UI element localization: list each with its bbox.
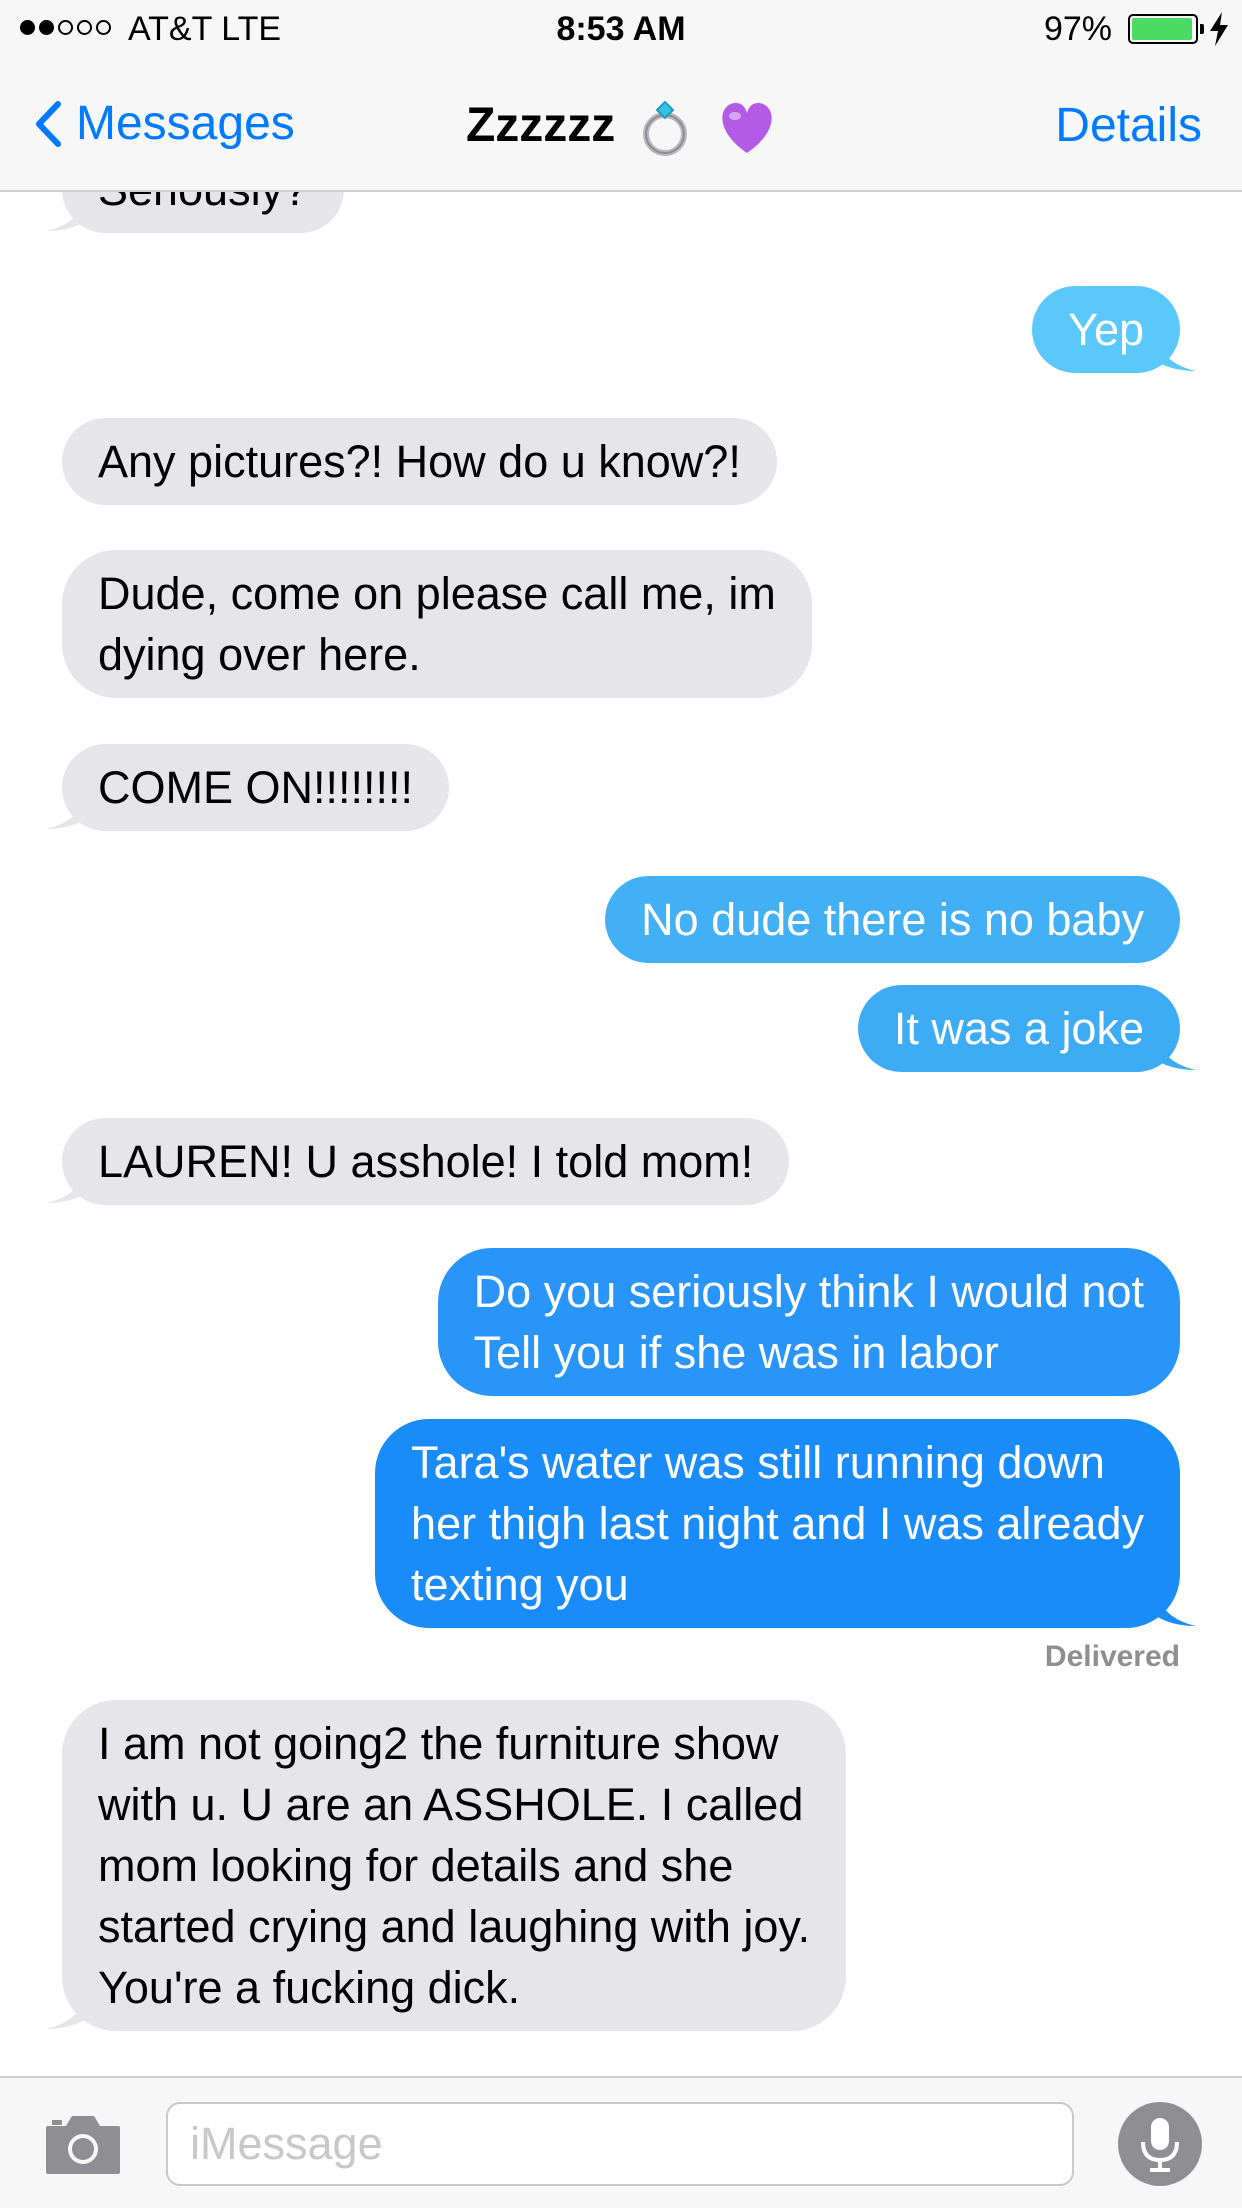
bubble-tail bbox=[46, 1165, 86, 1203]
status-bar: AT&T LTE 8:53 AM 97% bbox=[0, 0, 1242, 60]
outgoing-message-bubble[interactable]: Do you seriously think I would not Tell … bbox=[437, 1248, 1180, 1396]
incoming-message-bubble[interactable]: LAUREN! U asshole! I told mom! bbox=[62, 1118, 790, 1205]
details-button[interactable]: Details bbox=[1055, 98, 1202, 153]
incoming-message-bubble[interactable]: Any pictures?! How do u know?! bbox=[62, 418, 777, 505]
battery-percentage: 97% bbox=[1043, 10, 1112, 48]
bolt-icon bbox=[1210, 12, 1228, 46]
microphone-button[interactable] bbox=[1118, 2102, 1202, 2186]
message-thread[interactable]: Seriously?YepAny pictures?! How do u kno… bbox=[0, 192, 1242, 2076]
battery-icon bbox=[1128, 14, 1204, 44]
purple-heart-emoji bbox=[722, 103, 772, 154]
navigation-bar: Messages Zzzzzz Details bbox=[0, 60, 1242, 192]
outgoing-message-bubble[interactable]: Tara's water was still running down her … bbox=[375, 1419, 1180, 1628]
incoming-message-bubble[interactable]: Seriously? bbox=[62, 192, 345, 233]
bubble-tail bbox=[46, 791, 86, 829]
bubble-tail bbox=[46, 193, 86, 231]
outgoing-message-bubble[interactable]: No dude there is no baby bbox=[605, 876, 1180, 963]
ring-emoji bbox=[642, 100, 687, 157]
imessage-input[interactable] bbox=[166, 2102, 1074, 2186]
outgoing-message-bubble[interactable]: It was a joke bbox=[857, 985, 1180, 1072]
incoming-message-bubble[interactable]: COME ON!!!!!!!! bbox=[62, 744, 450, 831]
camera-icon[interactable] bbox=[44, 2114, 122, 2176]
incoming-message-bubble[interactable]: Dude, come on please call me, im dying o… bbox=[62, 550, 812, 698]
compose-bar bbox=[0, 2076, 1242, 2208]
bubble-tail bbox=[1156, 333, 1196, 371]
microphone-icon bbox=[1141, 2118, 1179, 2172]
incoming-message-bubble[interactable]: I am not going2 the furniture show with … bbox=[62, 1700, 847, 2031]
delivered-status: Delivered bbox=[1044, 1640, 1180, 1673]
bubble-tail bbox=[1156, 1032, 1196, 1070]
bubble-tail bbox=[1156, 1588, 1196, 1626]
contact-name: Zzzzzz bbox=[465, 99, 616, 152]
bubble-tail bbox=[46, 1991, 86, 2029]
